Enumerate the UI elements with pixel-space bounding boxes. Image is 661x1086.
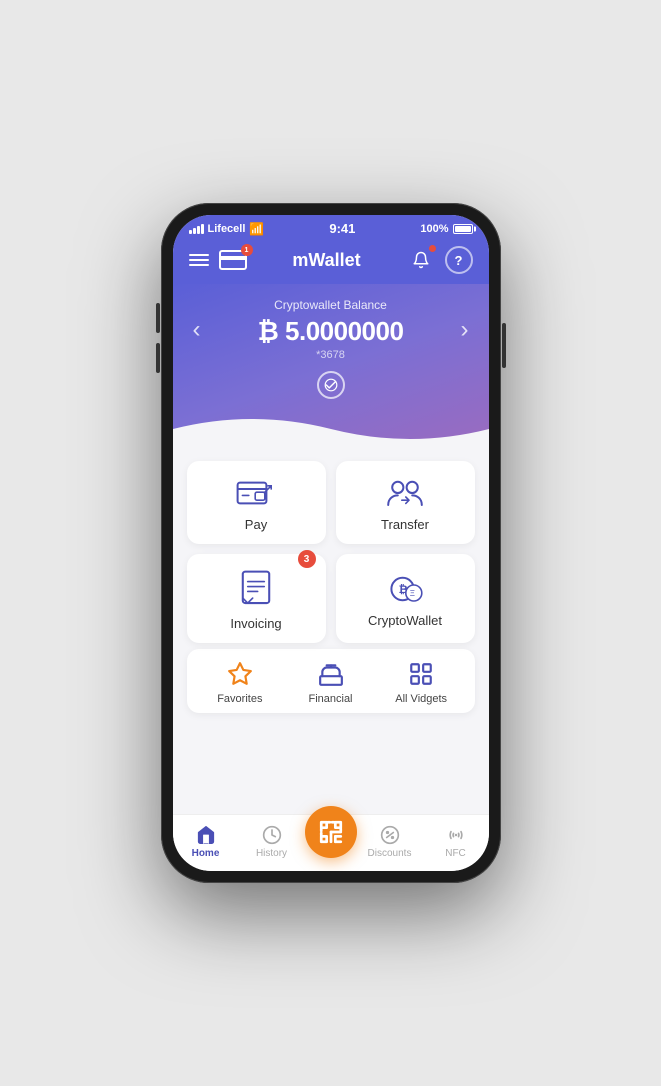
status-time: 9:41: [329, 221, 355, 236]
scan-button[interactable]: [305, 806, 357, 858]
account-id: *3678: [201, 349, 461, 361]
bottom-nav: Home History: [173, 814, 489, 871]
nav-home[interactable]: Home: [173, 821, 239, 863]
invoice-icon: [239, 570, 273, 608]
favorites-icon: [227, 661, 253, 687]
invoicing-label: Invoicing: [230, 616, 281, 631]
history-icon: [262, 825, 282, 845]
wifi-icon: 📶: [249, 222, 264, 236]
discounts-icon: [380, 825, 400, 845]
nav-scan[interactable]: [305, 822, 357, 862]
volume-up-button[interactable]: [156, 303, 160, 333]
volume-down-button[interactable]: [156, 343, 160, 373]
status-bar: Lifecell 📶 9:41 100%: [173, 215, 489, 240]
nav-nfc[interactable]: NFC: [423, 821, 489, 863]
nav-history-label: History: [256, 848, 287, 859]
app-header: 1 mWallet ?: [173, 240, 489, 284]
notification-button[interactable]: [407, 246, 435, 274]
balance-value: 5.0000000: [285, 316, 403, 346]
home-icon: [196, 825, 216, 845]
toggle-balance-button[interactable]: [317, 371, 345, 399]
header-right: ?: [407, 246, 473, 274]
nav-discounts[interactable]: Discounts: [357, 821, 423, 863]
card-badge: 1: [241, 244, 253, 256]
battery-icon: [453, 224, 473, 234]
menu-button[interactable]: [189, 254, 209, 266]
invoicing-button[interactable]: 3 Invoicing: [187, 554, 326, 643]
cryptowallet-label: CryptoWallet: [368, 613, 442, 628]
balance-center: Cryptowallet Balance ₿ 5.0000000 *3678: [201, 298, 461, 361]
nav-discounts-label: Discounts: [368, 848, 412, 859]
pay-label: Pay: [245, 517, 267, 532]
phone-screen: Lifecell 📶 9:41 100% 1: [173, 215, 489, 871]
transfer-button[interactable]: Transfer: [336, 461, 475, 544]
app-title: mWallet: [292, 250, 360, 271]
all-widgets-label: All Vidgets: [395, 693, 447, 705]
all-widgets-button[interactable]: All Vidgets: [376, 661, 467, 705]
invoicing-badge: 3: [298, 550, 316, 568]
cryptowallet-button[interactable]: ₿ Ξ CryptoWallet: [336, 554, 475, 643]
nav-nfc-label: NFC: [445, 848, 466, 859]
balance-section: ‹ Cryptowallet Balance ₿ 5.0000000 *3678…: [173, 284, 489, 449]
balance-toggle: [189, 371, 473, 399]
wave-divider: [173, 409, 489, 449]
all-widgets-icon: [408, 661, 434, 687]
phone-frame: Lifecell 📶 9:41 100% 1: [161, 203, 501, 883]
transfer-label: Transfer: [381, 517, 429, 532]
card-icon-wrap[interactable]: 1: [219, 250, 247, 270]
svg-text:Ξ: Ξ: [410, 589, 415, 598]
action-grid: Pay Transfer: [173, 449, 489, 649]
favorites-label: Favorites: [217, 693, 262, 705]
power-button[interactable]: [502, 323, 506, 368]
carrier-name: Lifecell: [208, 223, 246, 235]
financial-icon: [318, 661, 344, 687]
financial-widget[interactable]: Financial: [285, 661, 376, 705]
widget-row: Favorites Financial: [187, 649, 475, 713]
balance-nav: ‹ Cryptowallet Balance ₿ 5.0000000 *3678…: [189, 298, 473, 361]
battery-fill: [455, 226, 471, 232]
status-right: 100%: [420, 223, 472, 235]
battery-percent: 100%: [420, 223, 448, 235]
balance-label: Cryptowallet Balance: [201, 298, 461, 312]
transfer-icon: [385, 477, 425, 509]
help-button[interactable]: ?: [445, 246, 473, 274]
balance-amount: ₿ 5.0000000: [201, 316, 461, 347]
prev-wallet-button[interactable]: ‹: [193, 316, 201, 344]
main-content: Pay Transfer: [173, 449, 489, 814]
status-left: Lifecell 📶: [189, 222, 265, 236]
nav-home-label: Home: [192, 848, 220, 859]
favorites-widget[interactable]: Favorites: [195, 661, 286, 705]
next-wallet-button[interactable]: ›: [461, 316, 469, 344]
currency-symbol: ₿: [258, 316, 279, 346]
pay-icon: [236, 477, 276, 509]
notification-badge: [428, 244, 437, 253]
pay-button[interactable]: Pay: [187, 461, 326, 544]
cryptowallet-icon: ₿ Ξ: [385, 573, 425, 605]
signal-icon: [189, 224, 204, 234]
nav-history[interactable]: History: [239, 821, 305, 863]
header-left: 1: [189, 250, 247, 270]
financial-label: Financial: [308, 693, 352, 705]
nfc-icon: [446, 825, 466, 845]
